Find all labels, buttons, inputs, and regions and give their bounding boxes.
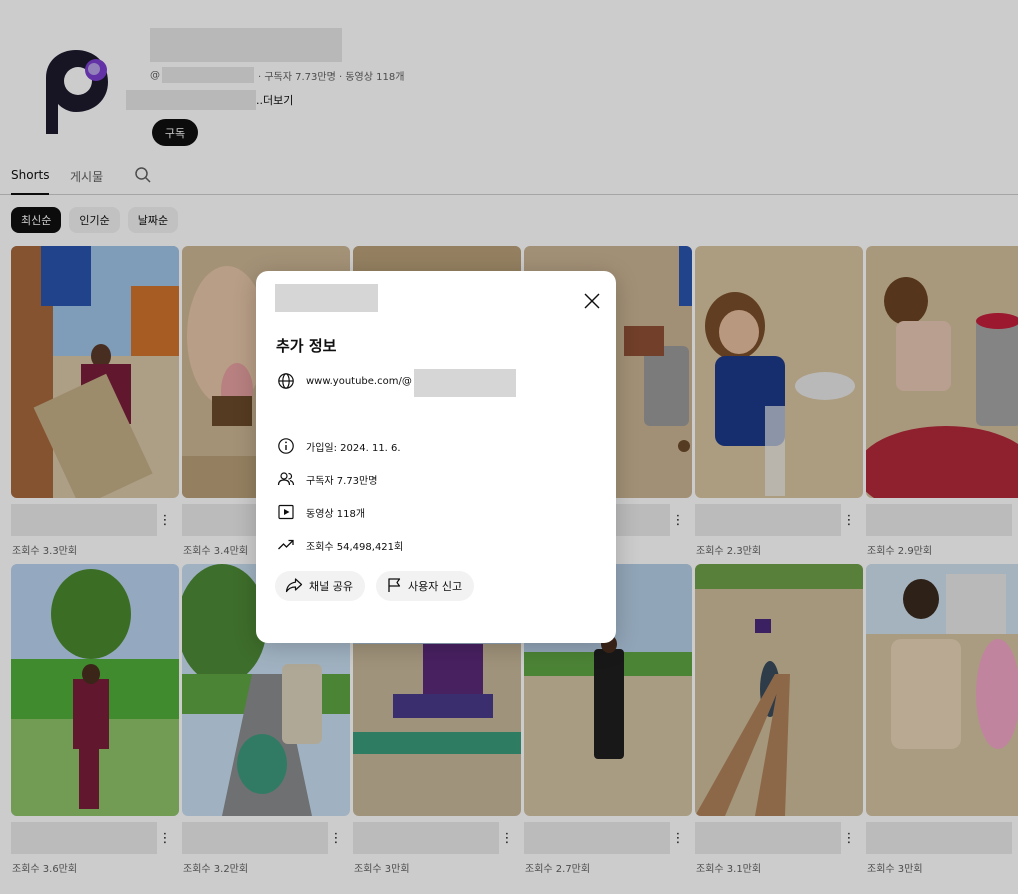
share-channel-button[interactable]: 채널 공유	[275, 571, 365, 601]
share-channel-label: 채널 공유	[309, 580, 353, 593]
joined-date: 가입일: 2024. 11. 6.	[306, 442, 401, 454]
dialog-heading: 추가 정보	[276, 337, 337, 355]
globe-icon	[276, 371, 296, 391]
video-count: 동영상 118개	[306, 508, 366, 520]
video-icon	[276, 502, 296, 522]
report-user-button[interactable]: 사용자 신고	[376, 571, 475, 601]
channel-about-dialog: 추가 정보 www.youtube.com/@ 가입일: 2024. 11. 6…	[256, 271, 616, 643]
trending-icon	[276, 535, 296, 555]
info-icon	[276, 436, 296, 456]
flag-icon	[386, 577, 402, 596]
close-icon[interactable]	[581, 290, 603, 312]
views-row: 조회수 54,498,421회	[276, 534, 403, 556]
total-views: 조회수 54,498,421회	[306, 541, 404, 553]
channel-url[interactable]: www.youtube.com/@	[306, 376, 412, 387]
report-user-label: 사용자 신고	[408, 580, 463, 593]
channel-url-redacted	[414, 369, 516, 397]
joined-row: 가입일: 2024. 11. 6.	[276, 435, 401, 457]
share-icon	[285, 577, 303, 596]
subscribers-row: 구독자 7.73만명	[276, 468, 377, 490]
people-icon	[276, 469, 296, 489]
channel-url-row[interactable]: www.youtube.com/@	[276, 370, 412, 392]
dialog-channel-name-redacted	[275, 284, 378, 312]
videos-row: 동영상 118개	[276, 501, 365, 523]
subscriber-count: 구독자 7.73만명	[306, 475, 378, 487]
